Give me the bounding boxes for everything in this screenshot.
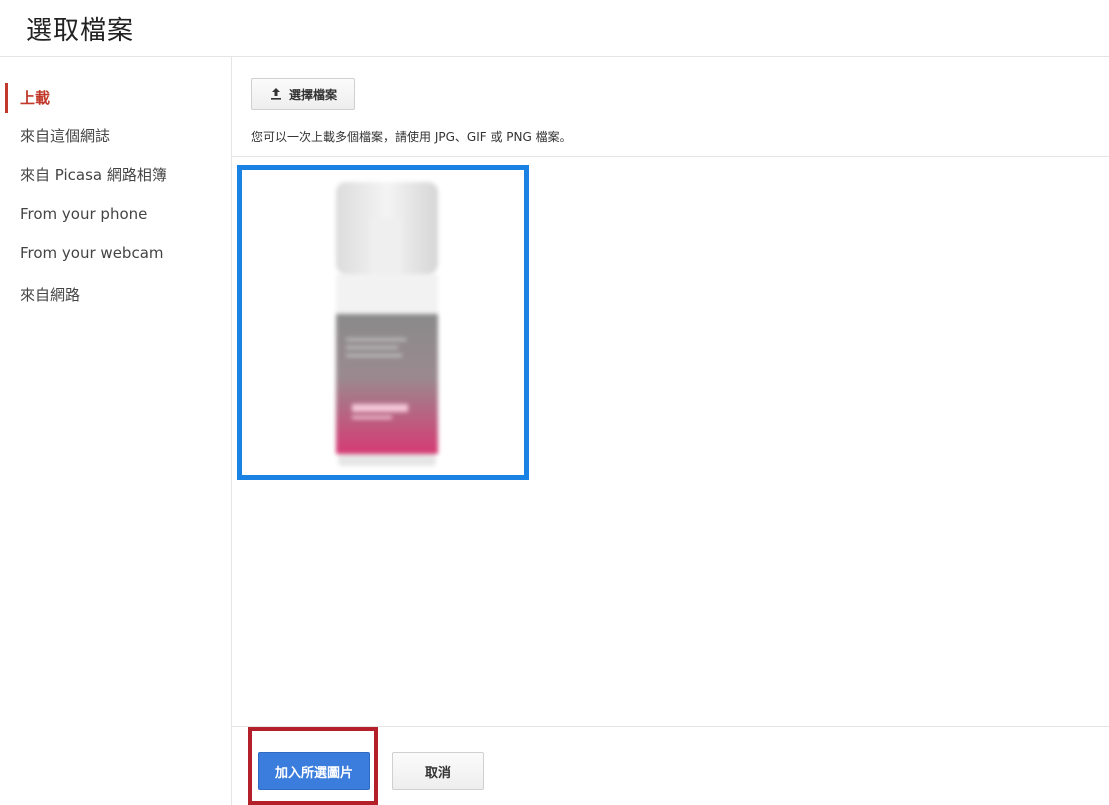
source-sidebar: 上載 來自這個網誌 來自 Picasa 網路相簿 From your phone… <box>0 57 232 805</box>
sidebar-item-from-picasa[interactable]: 來自 Picasa 網路相簿 <box>20 163 167 187</box>
product-bottle-image <box>336 182 438 466</box>
add-selected-images-button[interactable]: 加入所選圖片 <box>258 752 370 790</box>
sidebar-item-from-webcam[interactable]: From your webcam <box>20 241 164 265</box>
cancel-button[interactable]: 取消 <box>392 752 484 790</box>
sidebar-item-from-web[interactable]: 來自網路 <box>20 283 80 307</box>
dialog-title: 選取檔案 <box>26 16 135 46</box>
file-picker-dialog: 選取檔案 上載 來自這個網誌 來自 Picasa 網路相簿 From your … <box>0 0 1109 805</box>
active-item-marker <box>5 83 8 113</box>
upload-icon <box>269 87 283 101</box>
upload-hint: 您可以一次上載多個檔案，請使用 JPG、GIF 或 PNG 檔案。 <box>251 130 572 144</box>
sidebar-item-from-blog[interactable]: 來自這個網誌 <box>20 124 110 148</box>
choose-file-button[interactable]: 選擇檔案 <box>251 78 355 110</box>
sidebar-item-upload[interactable]: 上載 <box>20 86 50 110</box>
sidebar-item-from-phone[interactable]: From your phone <box>20 202 147 226</box>
choose-file-label: 選擇檔案 <box>288 87 337 102</box>
selected-image-thumbnail[interactable] <box>237 165 529 480</box>
content-divider <box>232 156 1109 157</box>
